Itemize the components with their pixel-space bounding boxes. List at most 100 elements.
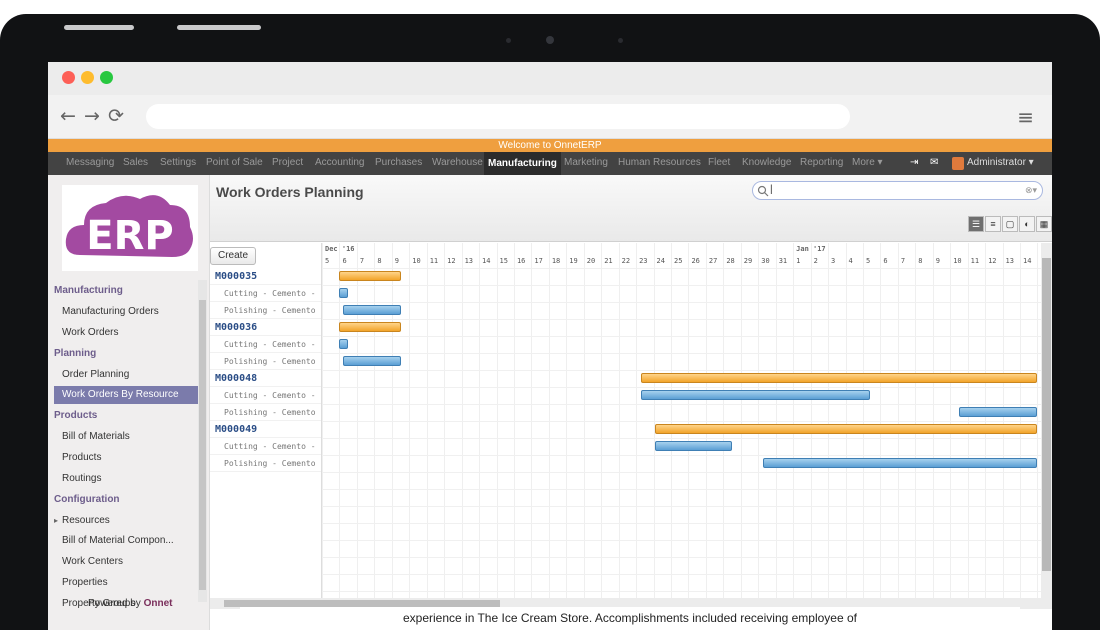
sidebar-item-resources[interactable]: Resources ▸ [54, 512, 198, 530]
menu-item-marketing[interactable]: Marketing [564, 157, 608, 168]
main-menu: Messaging Sales Settings Point of Sale Proje… [48, 152, 1052, 175]
gantt-task-label[interactable]: Polishing - Cemento - iT... [210, 455, 321, 472]
gantt-group-label[interactable]: M000036 [210, 319, 321, 336]
menu-item-more[interactable]: More ▾ [852, 157, 883, 168]
gantt-task-bar[interactable] [339, 288, 349, 298]
back-arrow-icon[interactable]: ← [60, 105, 76, 127]
logo-text: ERP [86, 213, 173, 259]
day-label: 7 [359, 257, 365, 265]
grid-row-line [322, 472, 1041, 473]
reload-icon[interactable]: ⟳ [108, 105, 124, 127]
day-label: 7 [900, 257, 906, 265]
menu-item-project[interactable]: Project [272, 157, 303, 168]
menu-item-accounting[interactable]: Accounting [315, 157, 364, 168]
gantt-task-label[interactable]: Polishing - Cemento - iT... [210, 353, 321, 370]
sidebar-item-routings[interactable]: Routings [54, 470, 198, 488]
gantt-group-label[interactable]: M000048 [210, 370, 321, 387]
gantt-group-label[interactable]: M000035 [210, 268, 321, 285]
graph-view-button[interactable]: ◐ [1019, 216, 1035, 232]
gantt-group-bar[interactable] [655, 424, 1038, 434]
sidebar-item-properties[interactable]: Properties [54, 574, 198, 592]
close-window-button[interactable] [62, 71, 75, 84]
sidebar-item-work-orders[interactable]: Work Orders [54, 324, 198, 342]
menu-item-manufacturing[interactable]: Manufacturing [484, 152, 561, 175]
chat-icon[interactable]: ✉ [930, 157, 938, 168]
hamburger-menu-icon[interactable]: ≡ [1017, 105, 1034, 129]
gantt-task-label[interactable]: Cutting - Cemento - iTr... [210, 336, 321, 353]
day-label: 13 [1005, 257, 1014, 265]
sidebar-item-manufacturing-orders[interactable]: Manufacturing Orders [54, 303, 198, 321]
day-label: 12 [447, 257, 456, 265]
day-label: 3 [831, 257, 836, 265]
gantt-group-bar[interactable] [641, 373, 1038, 383]
day-label: 10 [953, 257, 962, 265]
sidebar-item-products[interactable]: Products [54, 449, 198, 467]
search-caret: | [770, 184, 773, 195]
menu-item-fleet[interactable]: Fleet [708, 157, 730, 168]
minimize-window-button[interactable] [81, 71, 94, 84]
expand-arrow-icon[interactable]: ▸ [54, 512, 58, 530]
gantt-task-bar[interactable] [342, 356, 401, 366]
day-label: 8 [918, 257, 923, 265]
list-view-button[interactable]: ≡ [985, 216, 1001, 232]
gantt-task-label[interactable]: Cutting - Cemento - iTr... [210, 387, 321, 404]
gantt-group-bar[interactable] [339, 322, 401, 332]
gantt-task-label[interactable]: Polishing - Cemento - iT... [210, 404, 321, 421]
menu-item-sales[interactable]: Sales [123, 157, 148, 168]
day-label: 31 [778, 257, 788, 265]
month-label: Dec '16 [325, 245, 355, 253]
menu-item-human-resources[interactable]: Human Resources [618, 157, 701, 168]
avatar[interactable] [952, 157, 964, 170]
gantt-group-label[interactable]: M000049 [210, 421, 321, 438]
gantt-task-bar[interactable] [763, 458, 1038, 468]
user-menu[interactable]: Administrator ▾ [967, 157, 1034, 168]
sidebar-section-manufacturing[interactable]: Manufacturing [54, 285, 123, 296]
gantt-task-label[interactable]: Cutting - Cemento - iTr... [210, 285, 321, 302]
gantt-task-bar[interactable] [339, 339, 349, 349]
form-view-button[interactable]: ▢ [1002, 216, 1018, 232]
gantt-vertical-scroll-thumb[interactable] [1042, 258, 1051, 571]
camera-icon [546, 36, 554, 44]
page-title: Work Orders Planning [216, 184, 364, 200]
forward-arrow-icon[interactable]: → [84, 105, 100, 127]
gantt-view-button[interactable]: ☰ [968, 216, 984, 232]
overlay-text-line: experience in The Ice Cream Store. Accom… [240, 607, 1020, 630]
menu-item-reporting[interactable]: Reporting [800, 157, 843, 168]
sidebar-scroll-thumb[interactable] [199, 300, 206, 590]
sidebar-section-products[interactable]: Products [54, 410, 97, 421]
menu-item-messaging[interactable]: Messaging [66, 157, 114, 168]
create-button[interactable]: Create [210, 247, 256, 265]
gantt-task-bar[interactable] [641, 390, 870, 400]
url-bar[interactable] [146, 104, 850, 129]
day-label: 12 [988, 257, 997, 265]
gantt-task-bar[interactable] [958, 407, 1038, 417]
search-input[interactable]: | ⊗▾ [752, 181, 1043, 200]
sidebar-item-order-planning[interactable]: Order Planning [54, 366, 198, 384]
gantt-task-bar[interactable] [342, 305, 401, 315]
maximize-window-button[interactable] [100, 71, 113, 84]
day-label: 28 [726, 257, 735, 265]
gantt-group-bar[interactable] [339, 271, 401, 281]
login-icon[interactable]: ⇥ [910, 157, 918, 168]
sidebar-item-work-centers[interactable]: Work Centers [54, 553, 198, 571]
gantt-task-bar[interactable] [655, 441, 733, 451]
sidebar-section-planning[interactable]: Planning [54, 348, 96, 359]
sidebar-item-work-orders-by-resource[interactable]: Work Orders By Resource [54, 386, 198, 405]
powered-by-brand[interactable]: Onnet [144, 598, 173, 609]
search-options-icon[interactable]: ⊗▾ [1025, 185, 1037, 196]
calendar-view-button[interactable]: ▦ [1036, 216, 1052, 232]
gantt-horizontal-scroll-thumb[interactable] [224, 600, 500, 607]
menu-item-settings[interactable]: Settings [160, 157, 196, 168]
gantt-task-label[interactable]: Polishing - Cemento - iT... [210, 302, 321, 319]
day-label: 20 [586, 257, 596, 265]
menu-item-knowledge[interactable]: Knowledge [742, 157, 791, 168]
grid-row-line [322, 489, 1041, 490]
menu-item-point-of-sale[interactable]: Point of Sale [206, 157, 263, 168]
sidebar-section-configuration[interactable]: Configuration [54, 494, 120, 505]
menu-item-warehouse[interactable]: Warehouse [432, 157, 483, 168]
sidebar-item-bill-of-material-compon[interactable]: Bill of Material Compon... [54, 532, 198, 550]
menu-item-purchases[interactable]: Purchases [375, 157, 422, 168]
gantt-task-label[interactable]: Cutting - Cemento - iTr... [210, 438, 321, 455]
sidebar-item-bill-of-materials[interactable]: Bill of Materials [54, 428, 198, 446]
grid-row-line [322, 506, 1041, 507]
